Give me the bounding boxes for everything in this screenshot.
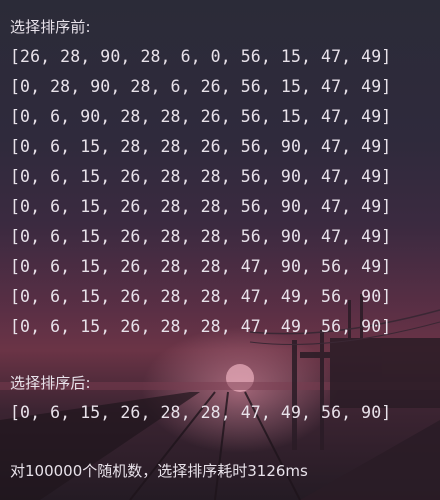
- sort-pass-line: [0, 6, 15, 28, 28, 26, 56, 90, 47, 49]: [10, 137, 392, 156]
- sort-pass-line: [0, 6, 15, 26, 28, 28, 47, 49, 56, 90]: [10, 287, 392, 306]
- sorted-result-line: [0, 6, 15, 26, 28, 28, 47, 49, 56, 90]: [10, 403, 392, 422]
- before-sort-label: 选择排序前:: [10, 18, 91, 36]
- sort-pass-line: [0, 6, 15, 26, 28, 28, 56, 90, 47, 49]: [10, 197, 392, 216]
- sort-pass-line: [0, 6, 15, 26, 28, 28, 56, 90, 47, 49]: [10, 167, 392, 186]
- sort-pass-line: [0, 6, 15, 26, 28, 28, 47, 49, 56, 90]: [10, 317, 392, 336]
- timing-summary: 对100000个随机数，选择排序耗时3126ms: [10, 462, 308, 480]
- sort-pass-list: [26, 28, 90, 28, 6, 0, 56, 15, 47, 49] […: [10, 42, 440, 342]
- sort-pass-line: [0, 6, 90, 28, 28, 26, 56, 15, 47, 49]: [10, 107, 392, 126]
- sort-pass-line: [0, 6, 15, 26, 28, 28, 56, 90, 47, 49]: [10, 227, 392, 246]
- after-sort-label: 选择排序后:: [10, 374, 91, 392]
- console-output: 选择排序前: [26, 28, 90, 28, 6, 0, 56, 15, 47…: [0, 0, 440, 500]
- sort-pass-line: [0, 6, 15, 26, 28, 28, 47, 90, 56, 49]: [10, 257, 392, 276]
- sort-pass-line: [26, 28, 90, 28, 6, 0, 56, 15, 47, 49]: [10, 47, 392, 66]
- sort-pass-line: [0, 28, 90, 28, 6, 26, 56, 15, 47, 49]: [10, 77, 392, 96]
